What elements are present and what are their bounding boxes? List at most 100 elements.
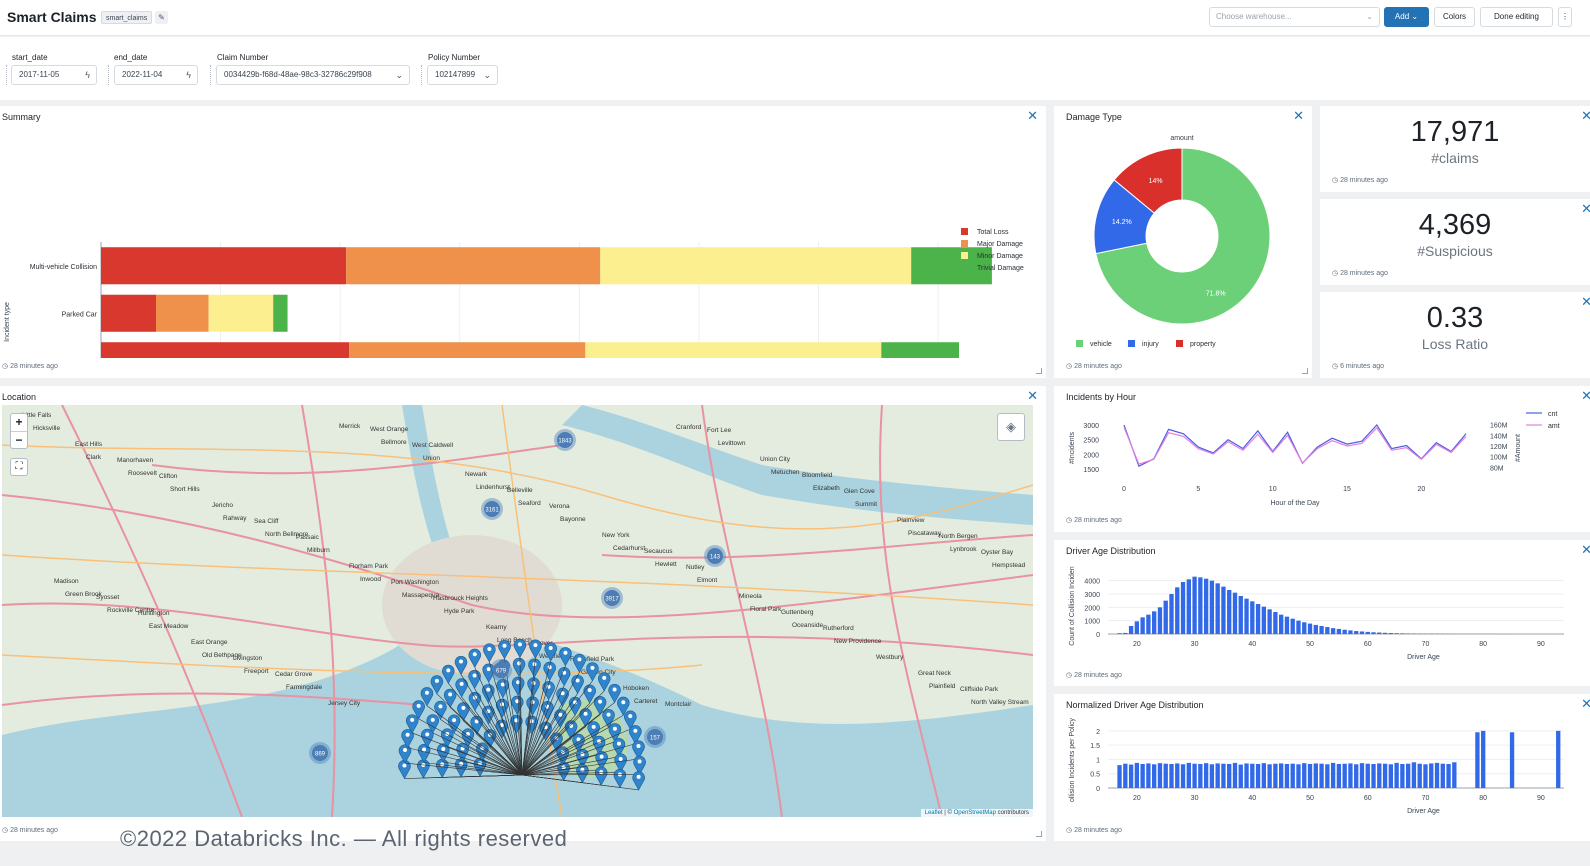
bar-segment [101, 247, 347, 285]
osm-link[interactable]: OpenStreetMap [954, 810, 996, 816]
y-tick-label: 1.5 [1090, 743, 1100, 750]
map-place-label: Newark [465, 471, 488, 478]
x-tick-label: 20 [1417, 486, 1425, 493]
dashboard-title: Smart Claims [7, 9, 97, 25]
histogram-bar [1152, 611, 1157, 634]
bar-segment [349, 342, 586, 358]
histogram-bar [1290, 618, 1295, 634]
start-date-field[interactable]: 2017-11-05 ϟ [11, 65, 97, 85]
fullscreen-icon[interactable]: ⛶ [10, 458, 28, 476]
x-tick-label: 20 [1133, 641, 1141, 648]
map-marker-dot [577, 657, 582, 662]
refresh-time: ◷ 28 minutes ago [1066, 827, 1122, 834]
y-tick-label: 3000 [1084, 592, 1100, 599]
histogram-bar [1371, 632, 1376, 634]
drag-handle[interactable] [421, 65, 423, 85]
histogram-bar [1382, 632, 1388, 634]
leaflet-link[interactable]: Leaflet [925, 810, 943, 816]
summary-chart: 02k4k6k8k10k12k14kMulti-vehicle Collisio… [4, 228, 1024, 358]
drag-handle[interactable] [210, 65, 212, 85]
map-marker-dot [598, 699, 603, 704]
map-marker-dot [502, 643, 507, 648]
map-marker-dot [612, 726, 617, 731]
map-marker-dot [616, 741, 621, 746]
y-tick-label: 0 [1096, 786, 1100, 793]
histogram-bar [1123, 632, 1128, 634]
policy-number-select[interactable]: 102147899 ⌄ [427, 65, 498, 85]
map-place-label: Union [423, 455, 440, 462]
map-place-label: Lindenhurst [476, 484, 510, 491]
x-tick-label: 80 [1479, 641, 1487, 648]
y-axis-title: ollision Incidents per Policy [1069, 717, 1076, 802]
lightning-icon[interactable]: ϟ [85, 66, 90, 84]
warehouse-select[interactable]: Choose warehouse... ⌄ [1209, 7, 1380, 27]
map-tiles[interactable]: Little FallsCliftonPassaicHasbrouck Heig… [2, 405, 1033, 817]
map-marker-dot [602, 675, 607, 680]
map-marker-dot [438, 704, 443, 709]
histogram-bar [1302, 622, 1307, 634]
map-marker-dot [583, 711, 588, 716]
histogram-bar [1186, 762, 1191, 788]
drag-handle[interactable] [6, 65, 8, 85]
refresh-time: ◷ 28 minutes ago [1332, 270, 1388, 277]
map-place-label: North Bellmore [265, 531, 309, 538]
map-place-label: Montclair [665, 701, 692, 708]
resize-handle[interactable] [1302, 368, 1308, 374]
y-tick-label: 0.5 [1090, 772, 1100, 779]
layers-icon[interactable]: ◈ [997, 413, 1025, 441]
map-attribution: Leaflet | © OpenStreetMap contributors [920, 809, 1033, 817]
dashboard-tag[interactable]: smart_claims [101, 11, 153, 24]
histogram-bar [1261, 763, 1267, 788]
x-tick-label: 40 [1248, 641, 1256, 648]
histogram-bar [1319, 763, 1324, 788]
drag-handle[interactable] [108, 65, 110, 85]
zoom-out-button[interactable]: − [11, 431, 27, 448]
resize-handle[interactable] [1036, 831, 1042, 837]
y-axis-title: Incident type [4, 302, 11, 342]
map-marker-dot [459, 681, 464, 686]
x-tick-label: 70 [1422, 641, 1430, 648]
refresh-time-text: 28 minutes ago [1340, 270, 1388, 277]
map-place-label: North Bergen [939, 533, 978, 540]
histogram-bar [1250, 601, 1255, 634]
close-icon[interactable]: ✕ [1027, 388, 1038, 404]
histogram-bar [1186, 579, 1191, 634]
location-map[interactable]: Little Falls Clifton Passaic Hasbrouck Heig… [2, 405, 1033, 817]
claim-number-select[interactable]: 0034429b-f68d-48ae-98c3-32786c29f908 ⌄ [216, 65, 410, 85]
histogram-bar [1175, 587, 1180, 634]
map-place-label: Great Neck [918, 670, 952, 677]
add-button[interactable]: Add ⌄ [1384, 7, 1429, 27]
map-place-label: Manorhaven [117, 457, 154, 464]
done-editing-button[interactable]: Done editing [1480, 7, 1553, 27]
map-marker-dot [459, 659, 464, 664]
histogram-bar [1279, 614, 1284, 634]
bar-segment [156, 294, 209, 332]
histogram-bar [1411, 762, 1417, 788]
end-date-field[interactable]: 2022-11-04 ϟ [114, 65, 198, 85]
histogram-bar [1261, 606, 1267, 634]
y-tick-label: 1 [1096, 757, 1100, 764]
legend-swatch [961, 228, 968, 235]
bar-segment [881, 342, 960, 358]
more-button[interactable]: ⋮ [1558, 7, 1572, 27]
end-date-value: 2022-11-04 [122, 70, 163, 79]
x-tick-label: 5 [1196, 486, 1200, 493]
map-place-label: Plainview [897, 517, 925, 524]
legend-label: vehicle [1090, 341, 1112, 348]
refresh-time-text: 28 minutes ago [10, 363, 58, 370]
lightning-icon[interactable]: ϟ [186, 66, 191, 84]
map-marker-dot [606, 712, 611, 717]
zoom-in-button[interactable]: + [11, 414, 27, 431]
copyright-watermark: ©2022 Databricks Inc. — All rights reser… [120, 826, 568, 851]
histogram-bar [1134, 762, 1140, 788]
histogram-bar [1377, 763, 1382, 788]
pencil-icon[interactable]: ✎ [155, 11, 168, 24]
colors-button[interactable]: Colors [1434, 7, 1475, 27]
map-place-label: North Valley Stream [971, 699, 1029, 706]
map-marker-dot [441, 746, 446, 751]
map-place-label: Hicksville [33, 425, 60, 432]
map-place-label: Elizabeth [813, 485, 840, 492]
resize-handle[interactable] [1036, 368, 1042, 374]
map-place-label: Roosevelt [128, 470, 157, 477]
map-marker-dot [548, 645, 553, 650]
